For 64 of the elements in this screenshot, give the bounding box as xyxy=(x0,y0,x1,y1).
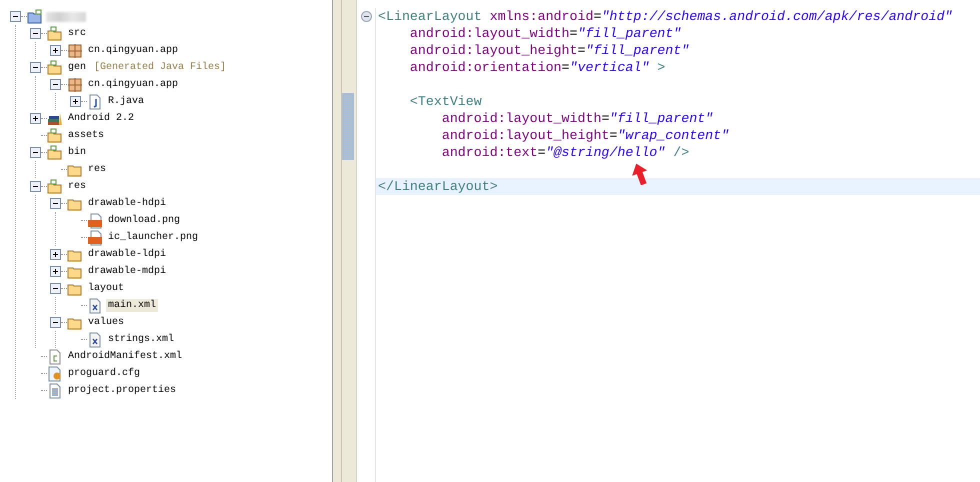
collapse-toggle[interactable] xyxy=(50,317,61,328)
tree-item[interactable]: cn.qingyuan.app xyxy=(86,78,180,91)
tree-item[interactable]: drawable-hdpi xyxy=(86,197,168,210)
xml-file-icon xyxy=(87,298,103,314)
collapse-toggle[interactable] xyxy=(30,62,41,73)
expand-toggle[interactable] xyxy=(30,113,41,124)
tree-item[interactable]: R.java xyxy=(106,95,146,108)
collapse-toggle[interactable] xyxy=(30,181,41,192)
tree-item[interactable]: drawable-ldpi xyxy=(86,248,168,261)
fold-icon[interactable] xyxy=(360,11,372,22)
expand-toggle[interactable] xyxy=(50,249,61,260)
file-icon xyxy=(47,348,63,364)
tree-item[interactable]: ic_launcher.png xyxy=(106,231,200,244)
collapse-toggle[interactable] xyxy=(50,79,61,90)
tree-item[interactable]: download.png xyxy=(106,214,182,227)
code-line: android:layout_height="wrap_content" xyxy=(440,127,730,144)
tree-item[interactable]: project.properties xyxy=(66,384,178,397)
tree-item[interactable]: strings.xml xyxy=(106,333,176,346)
package-icon xyxy=(67,76,83,92)
image-file-icon xyxy=(87,212,103,228)
code-line: android:layout_height="fill_parent" xyxy=(408,42,690,59)
tree-item[interactable]: res xyxy=(66,180,88,193)
image-file-icon xyxy=(87,230,103,246)
code-line: android:layout_width="fill_parent" xyxy=(440,110,714,127)
tree-item[interactable]: layout xyxy=(86,282,126,295)
tree-item[interactable]: main.xml xyxy=(106,299,158,312)
folder-icon xyxy=(47,128,63,144)
tree-item[interactable]: res xyxy=(86,163,108,176)
settings-file-icon xyxy=(47,366,63,382)
tree-item[interactable]: values xyxy=(86,316,126,329)
folder-icon xyxy=(47,26,63,42)
expand-toggle[interactable] xyxy=(50,266,61,277)
code-line: android:layout_width="fill_parent" xyxy=(408,25,682,42)
tree-item[interactable]: proguard.cfg xyxy=(66,367,142,380)
tree-item[interactable]: Android 2.2 xyxy=(66,112,136,125)
folder-icon xyxy=(47,60,63,76)
tree-item[interactable]: cn.qingyuan.app xyxy=(86,44,180,57)
collapse-toggle[interactable] xyxy=(30,28,41,39)
collapse-toggle[interactable] xyxy=(30,147,41,158)
tree-item[interactable]: src xyxy=(66,27,88,40)
folder-icon xyxy=(47,144,63,160)
tree-item[interactable]: gen xyxy=(66,61,88,74)
code-line: <TextView xyxy=(408,93,483,110)
code-line: <LinearLayout xmlns:android="http://schemas.android.com/apk/res/android" xyxy=(377,8,954,25)
expand-toggle[interactable] xyxy=(50,45,61,56)
overview-ruler-marker xyxy=(342,93,354,160)
xml-file-icon xyxy=(87,332,103,348)
tree-item[interactable]: AndroidManifest.xml xyxy=(66,350,184,363)
code-line: android:orientation="vertical" > xyxy=(408,59,666,76)
text-file-icon xyxy=(47,382,63,398)
project-folder-icon xyxy=(27,8,43,24)
code-line: android:text="@string/hello" /> xyxy=(440,144,690,161)
collapse-toggle[interactable] xyxy=(10,11,21,22)
package-icon xyxy=(67,42,83,58)
folder-icon xyxy=(47,178,63,194)
collapse-toggle[interactable] xyxy=(50,283,61,294)
tree-item[interactable]: drawable-mdpi xyxy=(86,265,168,278)
tree-item[interactable]: bin xyxy=(66,146,88,159)
expand-toggle[interactable] xyxy=(70,96,81,107)
tree-item[interactable]: assets xyxy=(66,129,106,142)
tree-item-decoration: [Generated Java Files] xyxy=(94,62,226,73)
arrow-icon xyxy=(632,163,648,185)
file-icon xyxy=(87,94,103,110)
collapse-toggle[interactable] xyxy=(50,198,61,209)
